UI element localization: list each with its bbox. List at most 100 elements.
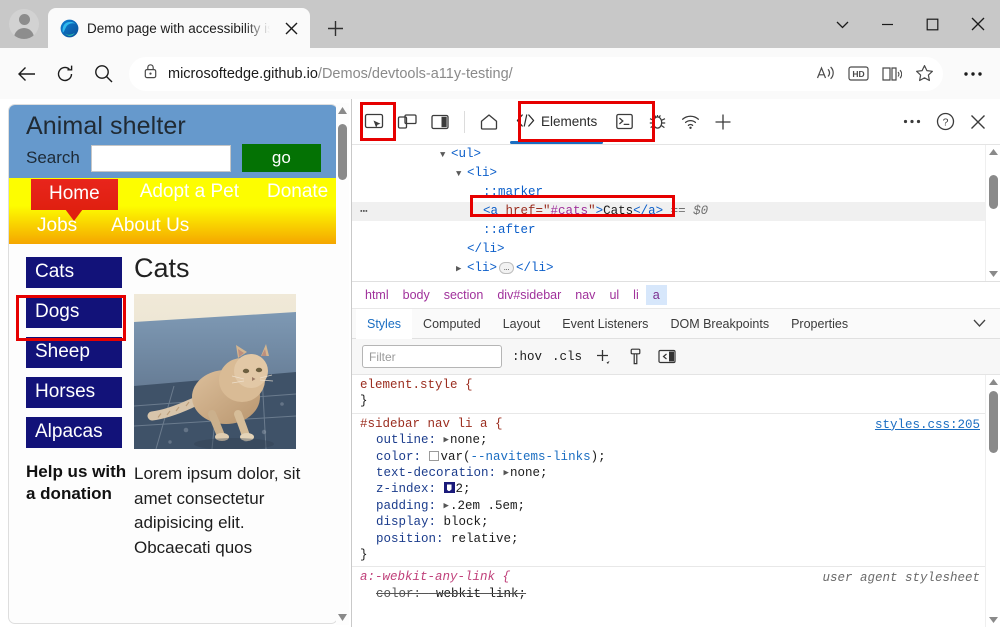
back-button-icon[interactable] [9,56,45,92]
new-style-rule-plus-icon[interactable] [592,346,614,368]
home-icon[interactable] [473,106,505,138]
debugger-bug-icon[interactable] [641,106,673,138]
tab-computed[interactable]: Computed [412,309,492,338]
site-search-input[interactable] [91,145,231,172]
devtools-close-icon[interactable] [962,106,994,138]
immersive-reader-icon[interactable] [876,59,906,89]
minimize-button[interactable] [865,0,910,48]
css-prop-value[interactable]: none; [510,466,548,480]
z-index-badge-icon[interactable] [444,482,455,493]
read-aloud-icon[interactable] [810,59,840,89]
css-selector[interactable]: a:-webkit-any-link { [360,570,510,584]
dom-scroll-track[interactable] [986,159,1000,267]
network-wifi-icon[interactable] [674,106,706,138]
styles-pane[interactable]: element.style { } #sidebar nav li a { st… [352,375,1000,627]
search-button-icon[interactable] [85,56,121,92]
styles-scroll-track[interactable] [986,389,1000,613]
breadcrumb-item-div-sidebar[interactable]: div#sidebar [490,285,568,305]
browser-settings-more-icon[interactable] [955,56,991,92]
sidebar-link-alpacas[interactable]: Alpacas [26,417,122,448]
css-prop-value[interactable]: block; [444,515,489,529]
css-source-link[interactable]: styles.css:205 [875,417,980,433]
css-var-name[interactable]: --navitems-links [471,450,591,464]
nav-item-donate[interactable]: Donate [261,179,334,205]
dom-scroll-down-icon[interactable] [986,267,1000,281]
collapsed-children-badge[interactable]: … [499,262,514,274]
css-prop-value[interactable]: relative; [451,532,519,546]
styles-scroll-down-icon[interactable] [986,613,1000,627]
dock-side-icon[interactable] [424,106,456,138]
dom-row-selected[interactable]: ⋯<a href="#cats">Cats</a> == $0 [352,202,1000,221]
sidebar-link-sheep[interactable]: Sheep [26,337,122,368]
hd-badge-icon[interactable]: HD [843,59,873,89]
device-emulation-icon[interactable] [391,106,423,138]
css-rule-webkit-any-link[interactable]: a:-webkit-any-link { user agent styleshe… [352,566,1000,605]
tab-layout[interactable]: Layout [492,309,552,338]
css-declaration-padding[interactable]: padding: ▶.2em .5em; [360,498,1000,514]
css-rule-sidebar-nav-li-a[interactable]: #sidebar nav li a { styles.css:205 outli… [352,413,1000,567]
dom-row-ellipsis-icon[interactable]: ⋯ [360,202,369,221]
devtools-more-icon[interactable] [896,106,928,138]
tab-dom-breakpoints[interactable]: DOM Breakpoints [659,309,780,338]
css-rule-element-style[interactable]: element.style { } [352,375,1000,413]
expand-triangle-icon[interactable]: ▶ [504,465,509,481]
nav-item-adopt-a-pet[interactable]: Adopt a Pet [134,179,245,205]
dom-row[interactable]: ▶<li>…</li> [352,259,1000,278]
sidebar-link-cats[interactable]: Cats [26,257,122,288]
css-declaration-outline[interactable]: outline: ▶none; [360,432,1000,448]
css-declaration-color-overridden[interactable]: color: -webkit-link; [360,586,1000,602]
inspect-element-icon[interactable] [358,106,390,138]
color-swatch-icon[interactable] [429,451,439,461]
add-tool-icon[interactable] [707,106,739,138]
help-icon[interactable]: ? [929,106,961,138]
css-selector[interactable]: element.style { [360,378,473,392]
css-declaration-color[interactable]: color: var(--navitems-links); [360,449,1000,465]
element-classes-cls-button[interactable]: .cls [552,350,582,364]
breadcrumb-item-body[interactable]: body [396,285,437,305]
page-scroll-down-icon[interactable] [336,610,349,625]
expand-triangle-icon[interactable]: ▼ [456,165,467,184]
css-declaration-z-index[interactable]: z-index: 2; [360,481,1000,497]
expand-triangle-icon[interactable]: ▶ [444,498,449,514]
dom-scroll-thumb[interactable] [989,175,998,209]
browser-tab[interactable]: Demo page with accessibility issu [48,8,310,48]
page-scroll-thumb[interactable] [338,124,347,180]
styles-tabs-more-icon[interactable] [963,309,996,338]
tab-close-icon[interactable] [278,15,304,41]
dom-tree-scrollbar[interactable] [985,145,1000,281]
console-icon[interactable] [608,106,640,138]
tab-actions-chevron-icon[interactable] [820,0,865,48]
close-window-button[interactable] [955,0,1000,48]
tab-properties[interactable]: Properties [780,309,859,338]
breadcrumb-item-a[interactable]: a [646,285,667,305]
nav-item-about-us[interactable]: About Us [105,213,195,239]
tab-elements[interactable]: Elements [506,105,607,138]
page-scrollbar[interactable] [336,103,349,625]
expand-triangle-icon[interactable]: ▶ [444,432,449,448]
dom-anchor-href-value[interactable]: #cats [551,204,589,218]
breadcrumb-item-html[interactable]: html [358,285,396,305]
dom-row[interactable]: </li> [352,240,1000,259]
css-declaration-text-decoration[interactable]: text-decoration: ▶none; [360,465,1000,481]
dom-row[interactable]: ▼<ul> [352,145,1000,164]
css-selector[interactable]: #sidebar nav li a { [360,417,503,431]
toggle-sidebar-icon[interactable] [656,346,678,368]
css-prop-value[interactable]: -webkit-link; [429,587,527,601]
breadcrumb-item-nav[interactable]: nav [568,285,602,305]
force-state-hov-button[interactable]: :hov [512,350,542,364]
page-scroll-up-icon[interactable] [336,103,349,118]
dom-tree[interactable]: ▼<ul> ▼<li> ::marker ⋯<a href="#cats">Ca… [352,145,1000,282]
nav-item-home[interactable]: Home [31,179,118,210]
expand-triangle-icon[interactable]: ▶ [456,260,467,279]
breadcrumb-item-li[interactable]: li [626,285,646,305]
css-declaration-display[interactable]: display: block; [360,514,1000,530]
dom-row[interactable]: ::marker [352,183,1000,202]
refresh-button-icon[interactable] [47,56,83,92]
dom-scroll-up-icon[interactable] [986,145,1000,159]
page-scroll-track[interactable] [336,118,349,610]
styles-scroll-thumb[interactable] [989,391,998,453]
sidebar-link-dogs[interactable]: Dogs [26,297,122,328]
css-prop-value[interactable]: .2em .5em; [450,499,525,513]
css-declaration-position[interactable]: position: relative; [360,531,1000,547]
breadcrumb-item-ul[interactable]: ul [602,285,626,305]
